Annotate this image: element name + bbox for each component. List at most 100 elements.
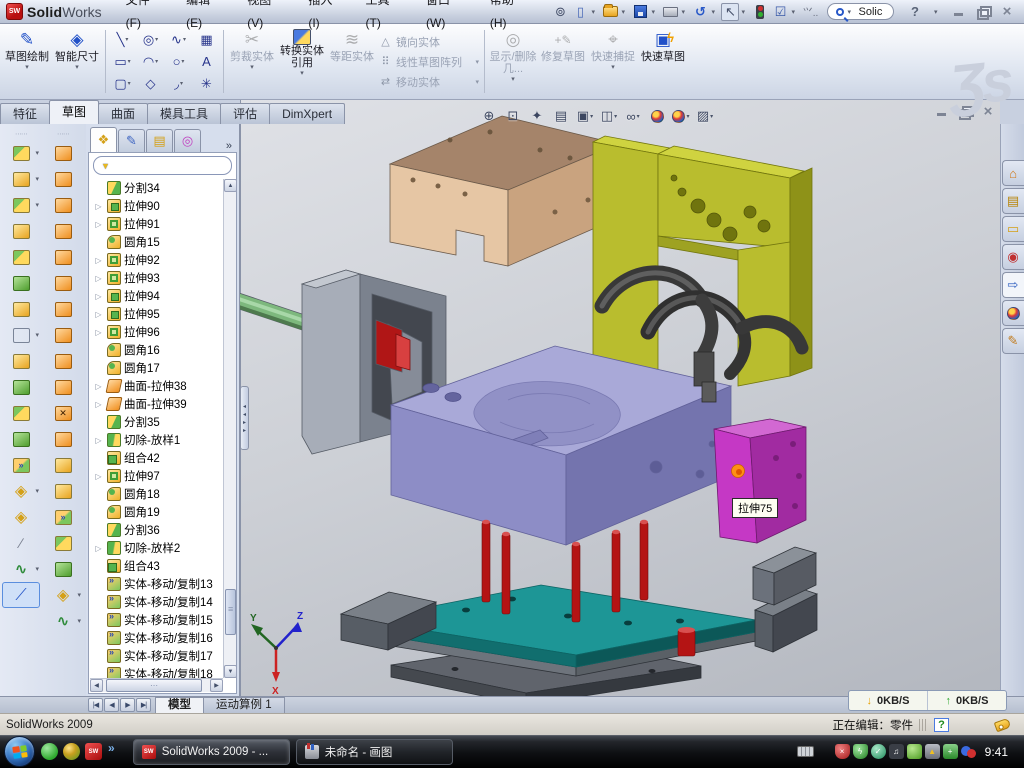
quicklaunch-overflow-icon[interactable]: » bbox=[108, 741, 115, 755]
view-palette-tab[interactable]: ⇨ bbox=[1002, 272, 1024, 298]
display-style-icon[interactable]: ◫▾ bbox=[598, 106, 620, 126]
splitter-handle[interactable]: ◂◂▸▸ bbox=[240, 386, 249, 450]
tree-item-拉伸94[interactable]: ▷拉伸94 bbox=[90, 287, 223, 305]
keyboard-layout-icon[interactable] bbox=[797, 746, 814, 757]
expander-icon[interactable]: ▷ bbox=[93, 292, 104, 301]
split-icon[interactable] bbox=[2, 400, 40, 426]
tree-item-曲面-拉伸39[interactable]: ▷曲面-拉伸39 bbox=[90, 395, 223, 413]
tree-item-拉伸90[interactable]: ▷拉伸90 bbox=[90, 197, 223, 215]
section-view-icon[interactable]: ▤ bbox=[550, 106, 572, 126]
dropdown-arrow-icon[interactable]: ▾ bbox=[155, 58, 158, 65]
zoom-selection-icon[interactable]: ✦ bbox=[526, 106, 548, 126]
text-icon[interactable]: A bbox=[193, 51, 220, 73]
tree-item-分割34[interactable]: 分割34 bbox=[90, 179, 223, 197]
tab-曲面[interactable]: 曲面 bbox=[98, 103, 148, 124]
dropdown-arrow-icon[interactable]: ▾ bbox=[128, 58, 131, 65]
filled-surface-icon[interactable] bbox=[44, 244, 82, 270]
tree-item-拉伸91[interactable]: ▷拉伸91 bbox=[90, 215, 223, 233]
close-icon[interactable]: × bbox=[1000, 6, 1014, 18]
search-input[interactable]: Solic bbox=[858, 6, 882, 18]
save-icon[interactable] bbox=[631, 3, 649, 21]
file-explorer-tab[interactable]: ▭ bbox=[1002, 216, 1024, 242]
select-dropdown[interactable]: ▾ bbox=[741, 8, 749, 16]
tree-vertical-scrollbar[interactable]: ▲ ▼ bbox=[223, 179, 236, 678]
thicken-icon[interactable] bbox=[44, 348, 82, 374]
security-tray-icon[interactable]: ϟ bbox=[853, 744, 868, 759]
scroll-down-icon[interactable]: ▼ bbox=[224, 665, 237, 678]
menu-帮助(H)[interactable]: 帮助(H) bbox=[476, 0, 538, 35]
tree-horizontal-scrollbar[interactable]: ◀ ⋯ ▶ bbox=[90, 678, 223, 692]
antivirus-tray-icon[interactable]: × bbox=[835, 744, 850, 759]
expander-icon[interactable]: ▷ bbox=[93, 328, 104, 337]
options-list-icon[interactable]: ☑ bbox=[771, 3, 789, 21]
expander-icon[interactable]: ▷ bbox=[93, 274, 104, 283]
view-settings-icon[interactable]: ▨▾ bbox=[694, 106, 716, 126]
expander-icon[interactable]: ▷ bbox=[93, 400, 104, 409]
dropdown-arrow-icon[interactable]: ▾ bbox=[511, 75, 515, 84]
extruded-cut-icon[interactable]: ▾ bbox=[2, 166, 40, 192]
draft-icon[interactable] bbox=[2, 270, 40, 296]
shell-icon[interactable] bbox=[2, 244, 40, 270]
button-快速捕捉[interactable]: 快速捕捉▾ bbox=[588, 27, 638, 96]
tab-草图[interactable]: 草图 bbox=[49, 100, 99, 124]
dropdown-arrow-icon[interactable]: ▾ bbox=[155, 36, 158, 43]
appearances-tab[interactable] bbox=[1002, 300, 1024, 326]
tree-item-拉伸95[interactable]: ▷拉伸95 bbox=[90, 305, 223, 323]
print-icon[interactable] bbox=[661, 3, 679, 21]
apply-scene-icon[interactable]: ▾ bbox=[670, 106, 692, 126]
extruded-boss-icon[interactable]: ▾ bbox=[2, 140, 40, 166]
sync-tray-icon[interactable] bbox=[961, 744, 976, 759]
solidworks-resources-tab[interactable]: ⌂ bbox=[1002, 160, 1024, 186]
expander-icon[interactable]: ▷ bbox=[93, 544, 104, 553]
propertymanager-tab[interactable]: ✎ bbox=[118, 129, 145, 152]
menu-视图(V)[interactable]: 视图(V) bbox=[233, 0, 294, 35]
open-file-icon[interactable] bbox=[601, 3, 619, 21]
hide-show-items-icon[interactable]: ∞▾ bbox=[622, 106, 644, 126]
search-tab[interactable]: ◉ bbox=[1002, 244, 1024, 270]
axis-icon[interactable]: ∕ bbox=[2, 530, 40, 556]
tree-item-实体-移动/复制15[interactable]: 实体-移动/复制15 bbox=[90, 611, 223, 629]
surface-fillet-icon[interactable] bbox=[44, 374, 82, 400]
dropdown-arrow-icon[interactable]: ▾ bbox=[75, 63, 79, 72]
tree-item-圆角15[interactable]: 圆角15 bbox=[90, 233, 223, 251]
instant3d-icon[interactable]: ⟋ bbox=[2, 582, 40, 608]
tree-item-圆角17[interactable]: 圆角17 bbox=[90, 359, 223, 377]
dropdown-arrow-icon[interactable]: ▾ bbox=[35, 175, 39, 183]
volume-tray-icon[interactable]: ♫ bbox=[889, 744, 904, 759]
move-copy-body-icon[interactable]: » bbox=[2, 452, 40, 478]
signal-warning-tray-icon[interactable]: ▲ bbox=[925, 744, 940, 759]
menu-插入(I)[interactable]: 插入(I) bbox=[294, 0, 351, 35]
dropdown-arrow-icon[interactable]: ▾ bbox=[475, 58, 479, 66]
traffic-light-icon[interactable] bbox=[751, 3, 769, 21]
dropdown-arrow-icon[interactable]: ▾ bbox=[180, 80, 183, 87]
dropdown-arrow-icon[interactable]: ▾ bbox=[77, 617, 81, 625]
rib-icon[interactable] bbox=[2, 348, 40, 374]
taskbar-clock[interactable]: 9:41 bbox=[979, 745, 1018, 759]
tree-item-实体-移动/复制17[interactable]: 实体-移动/复制17 bbox=[90, 647, 223, 665]
tree-item-切除-放样2[interactable]: ▷切除-放样2 bbox=[90, 539, 223, 557]
tooling-split-icon[interactable] bbox=[44, 530, 82, 556]
swept-surface-icon[interactable] bbox=[44, 140, 82, 166]
graphics-viewport[interactable]: X Y Z ⊕⊡✦▤▣▾◫▾∞▾▾▨▾ × 拉伸75 bbox=[240, 100, 1000, 696]
options-dropdown[interactable]: ▾ bbox=[791, 8, 799, 16]
tree-item-实体-移动/复制14[interactable]: 实体-移动/复制14 bbox=[90, 593, 223, 611]
health-tray-icon[interactable]: + bbox=[943, 744, 958, 759]
linear-pattern-icon[interactable]: ▾ bbox=[2, 322, 40, 348]
solidworks-quicklaunch-icon[interactable]: SW bbox=[85, 743, 102, 760]
menu-文件(F)[interactable]: 文件(F) bbox=[112, 0, 173, 35]
lofted-surface-icon[interactable] bbox=[44, 192, 82, 218]
save-dropdown[interactable]: ▾ bbox=[651, 8, 659, 16]
dropdown-arrow-icon[interactable]: ▾ bbox=[25, 63, 29, 72]
button-线性草图阵列[interactable]: ⠿线性草图阵列▾ bbox=[377, 53, 481, 71]
scroll-left-icon[interactable]: ◀ bbox=[90, 679, 103, 692]
ref-geometry-icon[interactable]: ◈▾ bbox=[44, 582, 82, 608]
tree-item-拉伸93[interactable]: ▷拉伸93 bbox=[90, 269, 223, 287]
nav-next-icon[interactable]: ▶ bbox=[120, 698, 135, 712]
configurationmanager-tab[interactable]: ▤ bbox=[146, 129, 173, 152]
tree-item-圆角16[interactable]: 圆角16 bbox=[90, 341, 223, 359]
polygon-icon[interactable]: ◇ bbox=[137, 73, 164, 95]
status-help-icon[interactable]: ? bbox=[934, 718, 949, 732]
button-移动实体[interactable]: ⇄移动实体▾ bbox=[377, 73, 481, 91]
ellipse-icon[interactable]: ○▾ bbox=[165, 51, 192, 73]
dropdown-arrow-icon[interactable]: ▾ bbox=[183, 36, 186, 43]
